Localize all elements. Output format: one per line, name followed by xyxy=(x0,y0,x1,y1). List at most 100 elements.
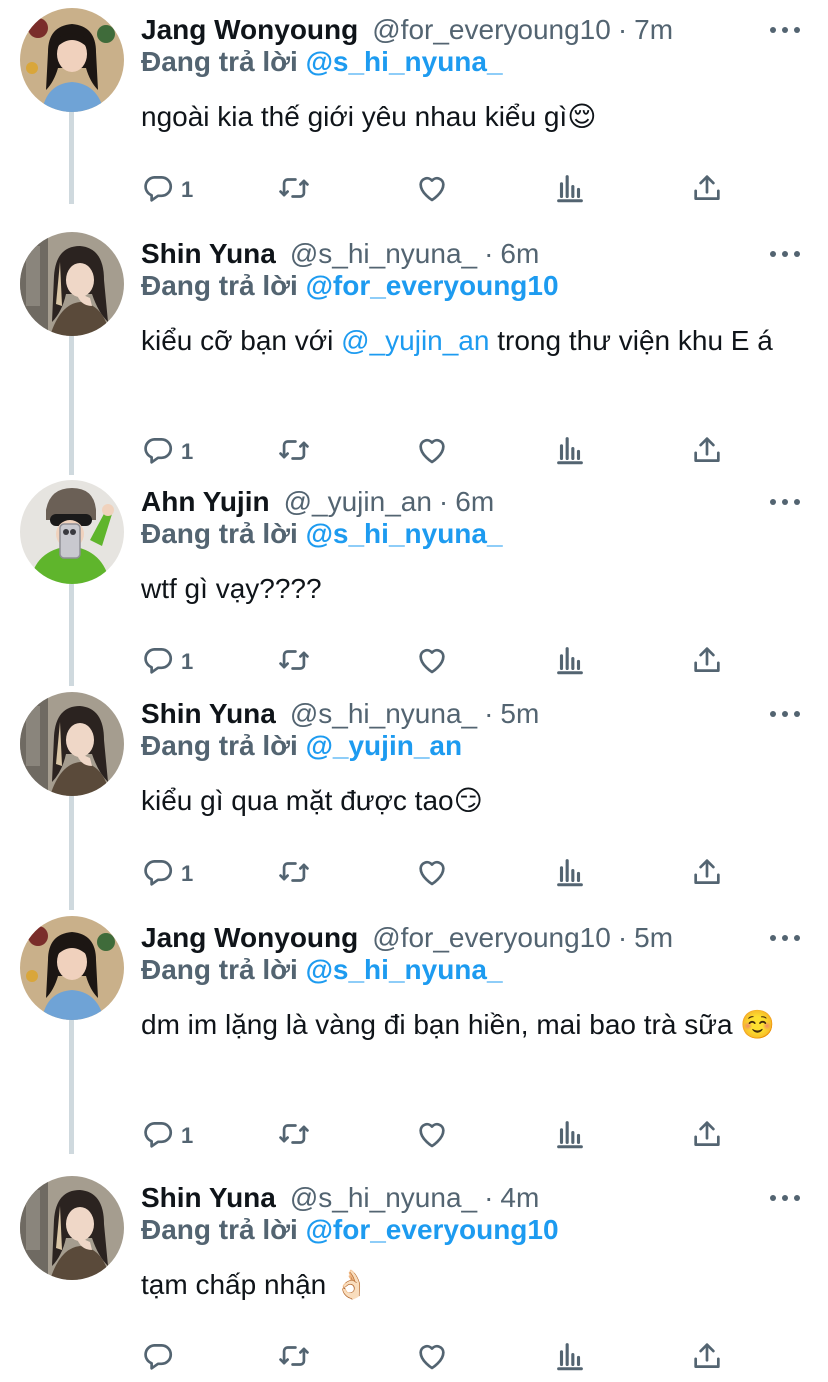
analytics-button[interactable] xyxy=(553,854,587,894)
like-button[interactable] xyxy=(415,1116,449,1156)
analytics-button[interactable] xyxy=(553,170,587,210)
replying-mention[interactable]: @s_hi_nyuna_ xyxy=(306,954,503,985)
reply-button[interactable]: 1 xyxy=(141,854,193,894)
share-icon xyxy=(690,1117,724,1156)
timestamp[interactable]: 5m xyxy=(634,922,673,954)
retweet-button[interactable] xyxy=(277,1116,311,1156)
tweet-text-part: tạm chấp nhận 👌🏻 xyxy=(141,1269,369,1300)
reply-icon xyxy=(141,643,175,682)
user-handle[interactable]: @s_hi_nyuna_ xyxy=(290,1182,477,1214)
analytics-button[interactable] xyxy=(553,432,587,472)
share-icon xyxy=(690,855,724,894)
analytics-button[interactable] xyxy=(553,1338,587,1378)
reply-icon xyxy=(141,1117,175,1156)
user-handle[interactable]: @for_everyoung10 xyxy=(372,922,611,954)
display-name[interactable]: Ahn Yujin xyxy=(141,486,270,518)
share-button[interactable] xyxy=(690,1116,724,1156)
retweet-button[interactable] xyxy=(277,170,311,210)
reply-button[interactable]: 1 xyxy=(141,1116,193,1156)
display-name[interactable]: Jang Wonyoung xyxy=(141,14,358,46)
reply-icon xyxy=(141,433,175,472)
avatar[interactable] xyxy=(20,480,124,584)
like-button[interactable] xyxy=(415,642,449,682)
action-bar: 1 xyxy=(141,432,741,472)
replying-prefix: Đang trả lời xyxy=(141,46,298,77)
analytics-icon xyxy=(553,643,587,682)
user-handle[interactable]: @_yujin_an xyxy=(284,486,432,518)
retweet-button[interactable] xyxy=(277,642,311,682)
replying-to: Đang trả lời @s_hi_nyuna_ xyxy=(141,46,503,78)
avatar[interactable] xyxy=(20,916,124,1020)
share-button[interactable] xyxy=(690,642,724,682)
more-icon[interactable] xyxy=(770,16,800,44)
user-handle[interactable]: @for_everyoung10 xyxy=(372,14,611,46)
avatar[interactable] xyxy=(20,232,124,336)
avatar[interactable] xyxy=(20,1176,124,1280)
replying-mention[interactable]: @s_hi_nyuna_ xyxy=(306,518,503,549)
more-icon[interactable] xyxy=(770,1184,800,1212)
timestamp[interactable]: 4m xyxy=(500,1182,539,1214)
retweet-button[interactable] xyxy=(277,854,311,894)
tweet-item[interactable]: Shin Yuna @s_hi_nyuna_ · 6m Đang trả lời… xyxy=(0,232,828,476)
replying-mention[interactable]: @s_hi_nyuna_ xyxy=(306,46,503,77)
display-name[interactable]: Shin Yuna xyxy=(141,238,276,270)
replying-prefix: Đang trả lời xyxy=(141,270,298,301)
reply-count: 1 xyxy=(181,439,194,464)
tweet-text: kiểu cỡ bạn với @_yujin_an trong thư việ… xyxy=(141,322,781,360)
share-button[interactable] xyxy=(690,854,724,894)
retweet-icon xyxy=(277,1339,311,1378)
like-button[interactable] xyxy=(415,170,449,210)
replying-mention[interactable]: @for_everyoung10 xyxy=(306,270,559,301)
share-button[interactable] xyxy=(690,1338,724,1378)
separator-dot: · xyxy=(484,1182,494,1213)
like-icon xyxy=(415,433,449,472)
share-button[interactable] xyxy=(690,432,724,472)
separator-dot: · xyxy=(484,238,494,269)
like-button[interactable] xyxy=(415,432,449,472)
replying-mention[interactable]: @for_everyoung10 xyxy=(306,1214,559,1245)
timestamp[interactable]: 7m xyxy=(634,14,673,46)
tweet-text-part: kiểu cỡ bạn với xyxy=(141,325,342,356)
like-icon xyxy=(415,855,449,894)
tweet-item[interactable]: Shin Yuna @s_hi_nyuna_ · 5m Đang trả lời… xyxy=(0,692,828,898)
replying-to: Đang trả lời @s_hi_nyuna_ xyxy=(141,954,503,986)
tweet-mention[interactable]: @_yujin_an xyxy=(341,325,489,356)
like-icon xyxy=(415,171,449,210)
reply-button[interactable]: 1 xyxy=(141,170,193,210)
user-handle[interactable]: @s_hi_nyuna_ xyxy=(290,238,477,270)
timestamp[interactable]: 6m xyxy=(500,238,539,270)
display-name[interactable]: Shin Yuna xyxy=(141,698,276,730)
timestamp[interactable]: 5m xyxy=(500,698,539,730)
more-icon[interactable] xyxy=(770,700,800,728)
reply-count: 1 xyxy=(181,177,194,202)
reply-button[interactable] xyxy=(141,1338,181,1378)
replying-mention[interactable]: @_yujin_an xyxy=(306,730,462,761)
like-button[interactable] xyxy=(415,854,449,894)
replying-prefix: Đang trả lời xyxy=(141,1214,298,1245)
tweet-text: dm im lặng là vàng đi bạn hiền, mai bao … xyxy=(141,1006,781,1044)
retweet-button[interactable] xyxy=(277,432,311,472)
display-name[interactable]: Jang Wonyoung xyxy=(141,922,358,954)
reply-button[interactable]: 1 xyxy=(141,432,193,472)
tweet-item[interactable]: Jang Wonyoung @for_everyoung10 · 7m Đang… xyxy=(0,8,828,214)
more-icon[interactable] xyxy=(770,240,800,268)
more-icon[interactable] xyxy=(770,488,800,516)
analytics-button[interactable] xyxy=(553,1116,587,1156)
tweet-item[interactable]: Shin Yuna @s_hi_nyuna_ · 4m Đang trả lời… xyxy=(0,1176,828,1382)
reply-count: 1 xyxy=(181,1123,194,1148)
tweet-item[interactable]: Jang Wonyoung @for_everyoung10 · 5m Đang… xyxy=(0,916,828,1160)
more-icon[interactable] xyxy=(770,924,800,952)
tweet-item[interactable]: Ahn Yujin @_yujin_an · 6m Đang trả lời @… xyxy=(0,480,828,686)
timestamp[interactable]: 6m xyxy=(455,486,494,518)
retweet-button[interactable] xyxy=(277,1338,311,1378)
tweet-header: Shin Yuna @s_hi_nyuna_ · 6m xyxy=(141,234,539,274)
avatar[interactable] xyxy=(20,692,124,796)
separator-dot: · xyxy=(617,922,628,953)
like-button[interactable] xyxy=(415,1338,449,1378)
analytics-button[interactable] xyxy=(553,642,587,682)
avatar[interactable] xyxy=(20,8,124,112)
share-button[interactable] xyxy=(690,170,724,210)
display-name[interactable]: Shin Yuna xyxy=(141,1182,276,1214)
reply-button[interactable]: 1 xyxy=(141,642,193,682)
user-handle[interactable]: @s_hi_nyuna_ xyxy=(290,698,477,730)
